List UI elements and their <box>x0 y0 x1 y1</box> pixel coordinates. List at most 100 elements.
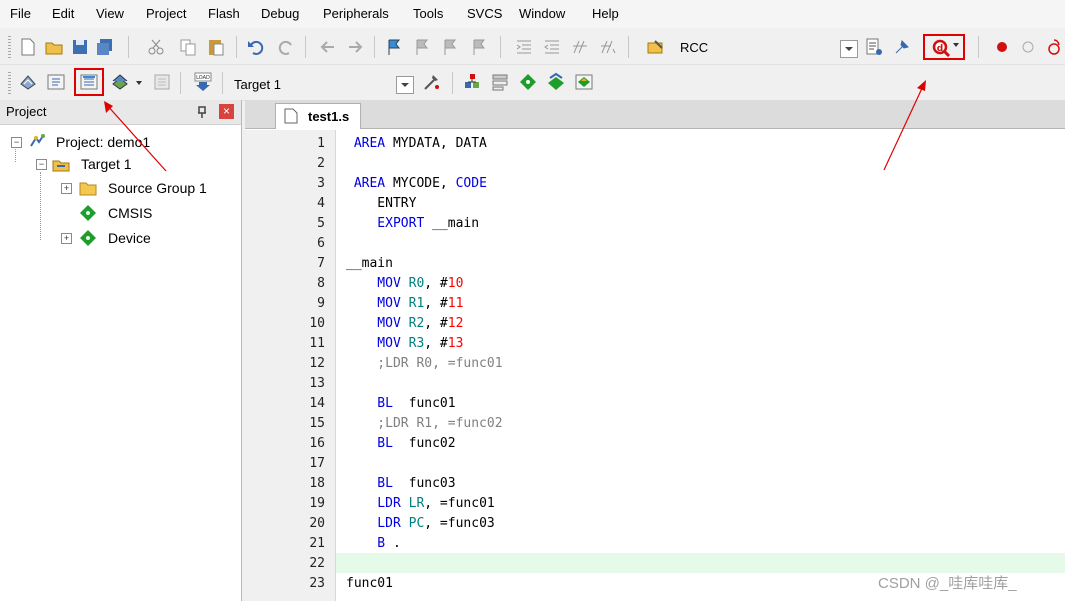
new-file-icon[interactable] <box>18 37 38 57</box>
tree-item-cmsis[interactable]: CMSIS <box>60 202 240 224</box>
close-panel-button[interactable]: × <box>219 104 234 119</box>
cut-icon[interactable] <box>146 37 166 57</box>
tree-item-target[interactable]: − Target 1 <box>35 153 235 175</box>
rebuild-button[interactable] <box>74 68 104 96</box>
tab-test1-s[interactable]: test1.s <box>275 103 361 129</box>
menu-project[interactable]: Project <box>146 6 186 21</box>
code-line[interactable]: MOV R3, #13 <box>336 333 1065 353</box>
find-combo-dropdown[interactable] <box>840 40 858 58</box>
code-line[interactable]: B . <box>336 533 1065 553</box>
incremental-find-icon[interactable] <box>864 37 884 57</box>
tree-item-project[interactable]: − Project: demo1 <box>10 131 230 153</box>
code-line[interactable]: ENTRY <box>336 193 1065 213</box>
paste-icon[interactable] <box>206 37 226 57</box>
indent-icon[interactable] <box>514 37 534 57</box>
code-text: LDR PC, =func03 <box>346 516 494 531</box>
undo-icon[interactable] <box>246 37 266 57</box>
start-debug-session-button[interactable]: d <box>923 34 965 60</box>
copy-icon[interactable] <box>178 37 198 57</box>
code-line[interactable]: AREA MYCODE, CODE <box>336 173 1065 193</box>
code-line[interactable]: ;LDR R1, =func02 <box>336 413 1065 433</box>
code-token: 13 <box>447 336 464 351</box>
code-line[interactable]: MOV R2, #12 <box>336 313 1065 333</box>
code-line[interactable]: AREA MYDATA, DATA <box>336 133 1065 153</box>
line-number: 1 <box>317 136 325 151</box>
uncomment-icon[interactable] <box>598 37 618 57</box>
batch-build-icon[interactable] <box>110 72 130 92</box>
debug-settings-icon[interactable] <box>892 37 912 57</box>
open-folder-icon[interactable] <box>44 37 64 57</box>
select-software-packs-icon[interactable] <box>546 72 566 92</box>
line-number: 20 <box>309 516 325 531</box>
next-bookmark-icon[interactable] <box>441 37 461 57</box>
bookmark-icon[interactable] <box>385 37 405 57</box>
manage-rte-icon[interactable] <box>518 72 538 92</box>
code-line[interactable]: MOV R1, #11 <box>336 293 1065 313</box>
translate-icon[interactable] <box>18 72 38 92</box>
pack-installer-icon[interactable] <box>574 72 594 92</box>
menu-peripherals[interactable]: Peripherals <box>323 6 389 21</box>
current-line[interactable] <box>336 553 1065 573</box>
code-line[interactable]: __main <box>336 253 1065 273</box>
menu-window[interactable]: Window <box>519 6 565 21</box>
redo-icon[interactable] <box>276 37 296 57</box>
menu-debug[interactable]: Debug <box>261 6 299 21</box>
expand-icon[interactable]: + <box>61 183 72 194</box>
target-select-text[interactable]: Target 1 <box>234 77 281 92</box>
find-combo-text[interactable]: RCC <box>680 40 708 55</box>
enable-breakpoint-icon[interactable] <box>1018 37 1038 57</box>
navigate-back-icon[interactable] <box>318 37 338 57</box>
menu-edit[interactable]: Edit <box>52 6 74 21</box>
code-line[interactable]: BL func01 <box>336 393 1065 413</box>
unindent-icon[interactable] <box>542 37 562 57</box>
menu-flash[interactable]: Flash <box>208 6 240 21</box>
code-line[interactable] <box>336 453 1065 473</box>
comment-icon[interactable] <box>570 37 590 57</box>
code-line[interactable]: ;LDR R0, =func01 <box>336 353 1065 373</box>
disable-breakpoints-icon[interactable] <box>1044 37 1064 57</box>
code-line[interactable]: EXPORT __main <box>336 213 1065 233</box>
stop-build-icon[interactable] <box>152 72 172 92</box>
code-token: BL <box>346 396 393 411</box>
pin-icon[interactable] <box>196 105 208 119</box>
collapse-icon[interactable]: − <box>36 159 47 170</box>
tree-item-device[interactable]: + Device <box>60 227 240 249</box>
expand-icon[interactable]: + <box>61 233 72 244</box>
insert-breakpoint-icon[interactable] <box>992 37 1012 57</box>
multi-project-icon[interactable] <box>490 72 510 92</box>
code-line[interactable]: LDR PC, =func03 <box>336 513 1065 533</box>
menu-view[interactable]: View <box>96 6 124 21</box>
code-line[interactable]: LDR LR, =func01 <box>336 493 1065 513</box>
tree-item-source-group[interactable]: + Source Group 1 <box>60 177 240 199</box>
find-in-files-icon[interactable] <box>646 37 666 57</box>
code-line[interactable] <box>336 373 1065 393</box>
code-line[interactable]: BL func02 <box>336 433 1065 453</box>
chevron-down-icon[interactable] <box>953 43 959 47</box>
code-line[interactable]: BL func03 <box>336 473 1065 493</box>
menu-svcs[interactable]: SVCS <box>467 6 502 21</box>
save-icon[interactable] <box>70 37 90 57</box>
line-number: 23 <box>309 576 325 591</box>
menu-help[interactable]: Help <box>592 6 619 21</box>
clear-bookmarks-icon[interactable] <box>470 37 490 57</box>
chevron-down-icon[interactable] <box>136 81 142 85</box>
code-line[interactable] <box>336 153 1065 173</box>
save-all-icon[interactable] <box>95 37 115 57</box>
navigate-forward-icon[interactable] <box>345 37 365 57</box>
code-line[interactable]: MOV R0, #10 <box>336 273 1065 293</box>
code-token: 11 <box>447 296 464 311</box>
build-icon[interactable] <box>46 72 66 92</box>
target-select-dropdown[interactable] <box>396 76 414 94</box>
menu-file[interactable]: File <box>10 6 31 21</box>
prev-bookmark-icon[interactable] <box>413 37 433 57</box>
code-line[interactable] <box>336 233 1065 253</box>
code-token: , # <box>424 316 448 331</box>
target-options-icon[interactable] <box>421 72 441 92</box>
menu-tools[interactable]: Tools <box>413 6 443 21</box>
code-area[interactable]: AREA MYDATA, DATA AREA MYCODE, CODE ENTR… <box>336 130 1065 601</box>
code-text: AREA MYCODE, CODE <box>346 176 487 191</box>
code-token: ;LDR R0, =func01 <box>346 356 503 371</box>
download-icon[interactable]: LOAD <box>193 72 213 92</box>
collapse-icon[interactable]: − <box>11 137 22 148</box>
manage-project-items-icon[interactable] <box>462 72 482 92</box>
